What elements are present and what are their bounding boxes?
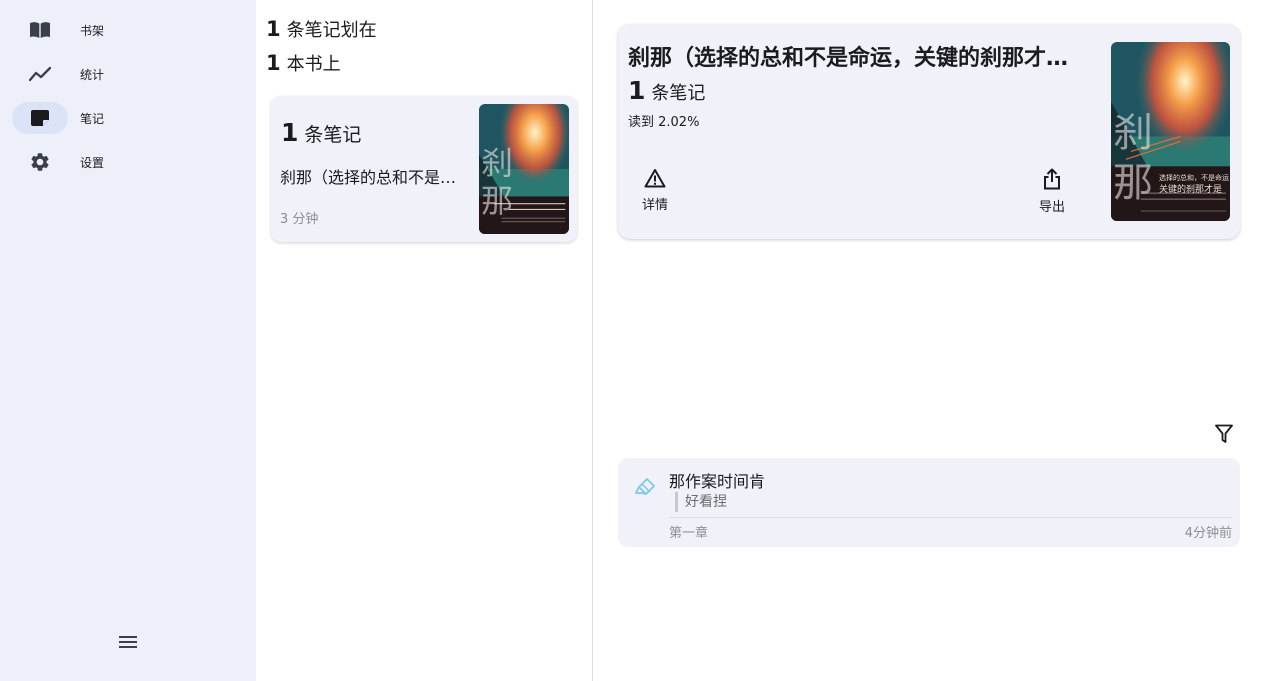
nav-item-settings[interactable]: 设置 [12,146,242,178]
detail-book-title: 刹那（选择的总和不是命运，关键的刹那才是） [628,46,1074,71]
book-card-reading-time: 3 分钟 [280,212,319,227]
note-highlight-text: 那作案时间肯 [669,472,766,491]
nav-label-bookshelf: 书架 [80,23,105,38]
detail-count-label: 条笔记 [651,83,706,104]
book-card-note-count: 1 条笔记 [281,118,361,147]
nav-pill [12,146,68,178]
nav-label-settings: 设置 [80,155,105,170]
filter-icon [1215,424,1233,443]
cover-tagline-2: 关键的刹那才是 [1159,185,1223,195]
summary-books-line: 1 本书上 [266,50,341,76]
book-card-count-number: 1 [281,118,299,147]
book-card[interactable]: 1条笔记 刹那（选择的总和不是命运，关键的刹那才是） 3 分钟 刹那 [271,96,577,242]
summary-books-text: 本书上 [286,54,341,75]
nav-item-notes[interactable]: 笔记 [12,102,242,134]
note-icon [31,110,49,126]
note-comment: 好看捏 [675,492,727,512]
nav-pill-active [12,102,68,134]
hamburger-menu-icon [119,636,137,648]
gear-icon [31,153,49,171]
export-button-label: 导出 [1038,200,1065,215]
highlighter-icon [634,476,658,502]
nav-item-statistics[interactable]: 统计 [12,58,242,90]
summary-books-count: 1 [266,51,281,75]
summary-notes-text: 条笔记划在 [286,20,377,41]
details-button[interactable]: 详情 [625,168,685,213]
note-chapter: 第一章 [669,526,709,541]
nav-pill [12,14,68,46]
book-detail-card: 刹那（选择的总和不是命运，关键的刹那才是） 1 条笔记 读到 2.02% 详情 导… [618,24,1240,239]
book-open-icon [30,22,50,38]
book-card-count-label: 条笔记 [304,124,362,146]
nav-item-bookshelf[interactable]: 书架 [12,14,242,46]
panel-divider [592,0,593,681]
summary-notes-count: 1 [266,17,281,41]
book-cover-large: 刹那 选择的总和，不是命运 关键的刹那才是 [1111,42,1230,221]
share-export-icon [1044,168,1060,190]
filter-button[interactable] [1210,420,1238,448]
export-button[interactable]: 导出 [1022,168,1082,215]
cover-title-art: 刹那 [481,144,514,220]
trending-line-icon [29,66,51,82]
warning-triangle-icon [644,169,666,188]
navigation-rail: 书架 统计 笔记 设置 [0,0,256,681]
detail-reading-progress: 读到 2.02% [628,115,700,130]
cover-title-art: 刹那 [1113,110,1153,206]
note-separator [669,517,1232,518]
nav-pill [12,58,68,90]
note-card[interactable]: 那作案时间肯 好看捏 第一章 4分钟前 [618,458,1240,547]
summary-notes-line: 1 条笔记划在 [266,16,377,42]
note-timestamp: 4分钟前 [1184,526,1232,541]
nav-label-statistics: 统计 [80,67,105,82]
book-card-title: 刹那（选择的总和不是命运，关键的刹那才是） [280,168,466,187]
book-cover-thumbnail: 刹那 [479,104,569,234]
menu-button[interactable] [112,626,144,658]
detail-count-number: 1 [628,76,646,105]
details-button-label: 详情 [641,198,668,213]
detail-note-count: 1 条笔记 [628,76,705,105]
nav-label-notes: 笔记 [80,111,105,126]
